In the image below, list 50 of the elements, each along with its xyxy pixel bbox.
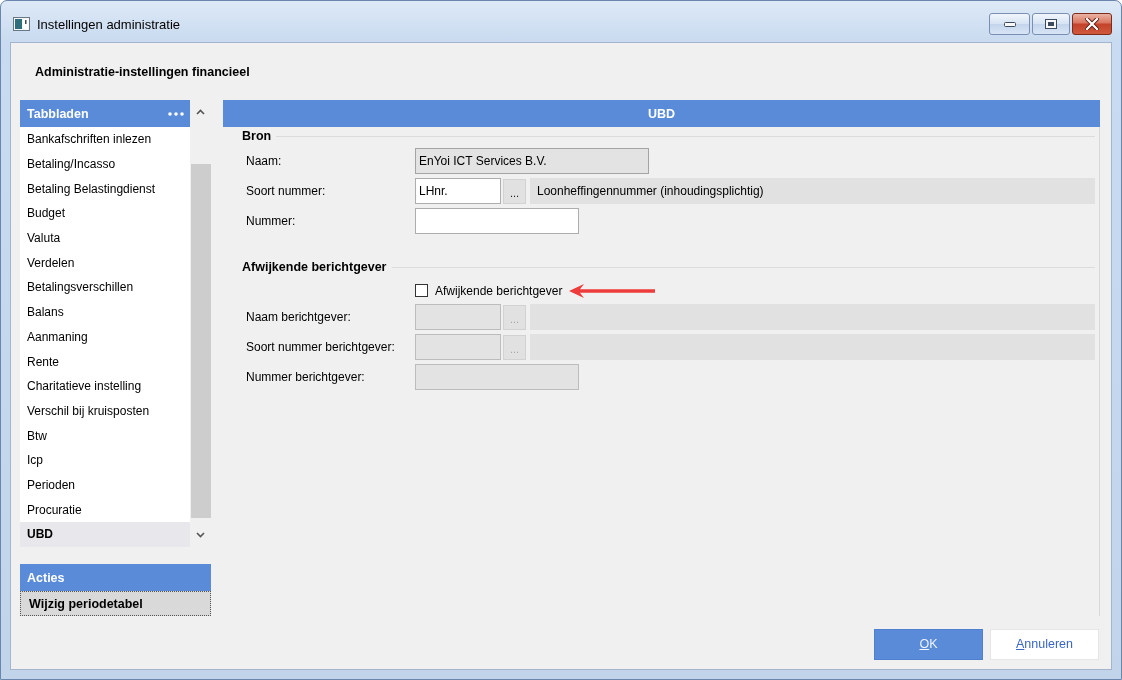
description-field: Loonheffingennummer (inhoudingsplichtig) xyxy=(530,178,1095,204)
cancel-button[interactable]: Annuleren xyxy=(990,629,1099,660)
close-icon xyxy=(1085,18,1099,30)
panel-title-bar: UBD xyxy=(223,100,1100,127)
maximize-button[interactable] xyxy=(1032,13,1070,35)
actions-title: Acties xyxy=(27,570,65,585)
window-title: Instellingen administratie xyxy=(37,16,181,33)
tab-list-item[interactable]: Perioden xyxy=(20,472,190,498)
checkbox[interactable] xyxy=(415,284,428,297)
tab-list-item[interactable]: Bankafschriften inlezen xyxy=(20,127,190,152)
tab-list-item[interactable]: Btw xyxy=(20,423,190,448)
group-title: Afwijkende berichtgever xyxy=(242,260,387,274)
tab-list-item[interactable]: UBD xyxy=(20,522,190,547)
checkbox-label[interactable]: Afwijkende berichtgever xyxy=(435,283,563,298)
maximize-icon xyxy=(1045,19,1057,29)
minimize-button[interactable] xyxy=(989,13,1030,35)
scrollbar-thumb[interactable] xyxy=(190,164,211,518)
field-label: Nummer berichtgever: xyxy=(246,370,366,384)
app-window-icon xyxy=(13,17,30,31)
tab-list-item[interactable]: Valuta xyxy=(20,225,190,251)
field-label: Nummer: xyxy=(246,214,297,228)
input-field[interactable] xyxy=(415,208,579,234)
field-label: Soort nummer berichtgever: xyxy=(246,340,396,354)
browse-button[interactable]: ... xyxy=(503,178,526,204)
tab-list-item[interactable]: Betaling Belastingdienst xyxy=(20,176,190,202)
more-icon[interactable] xyxy=(168,111,184,116)
tab-list-item[interactable]: Rente xyxy=(20,349,190,374)
readonly-field: EnYoi ICT Services B.V. xyxy=(415,148,649,174)
scroll-up-icon[interactable] xyxy=(196,109,205,115)
field-label: Naam berichtgever: xyxy=(246,310,352,324)
action-item[interactable]: Wijzig periodetabel xyxy=(20,591,211,616)
scroll-down-icon[interactable] xyxy=(196,532,205,538)
tab-list-item[interactable]: Budget xyxy=(20,201,190,226)
page-heading: Administratie-instellingen financieel xyxy=(35,64,250,80)
close-button[interactable] xyxy=(1072,13,1112,35)
tab-list-title: Tabbladen xyxy=(27,106,89,121)
minimize-icon xyxy=(1003,21,1016,27)
group-title: Bron xyxy=(242,129,272,143)
tab-list-item[interactable]: Betalingsverschillen xyxy=(20,275,190,300)
tab-list-item[interactable]: Verschil bij kruisposten xyxy=(20,398,190,424)
tab-list-item[interactable]: Aanmaning xyxy=(20,324,190,350)
tab-list-item[interactable]: Procuratie xyxy=(20,497,190,522)
tab-list-item[interactable]: Verdelen xyxy=(20,250,190,276)
tab-list-item[interactable]: Charitatieve instelling xyxy=(20,373,190,399)
field-label: Naam: xyxy=(246,154,283,168)
field-label: Soort nummer: xyxy=(246,184,327,198)
code-input-field[interactable]: LHnr. xyxy=(415,178,501,204)
tab-list-item[interactable]: Betaling/Incasso xyxy=(20,151,190,177)
tab-list-item[interactable]: Balans xyxy=(20,299,190,325)
tab-list-item[interactable]: Icp xyxy=(20,447,190,473)
